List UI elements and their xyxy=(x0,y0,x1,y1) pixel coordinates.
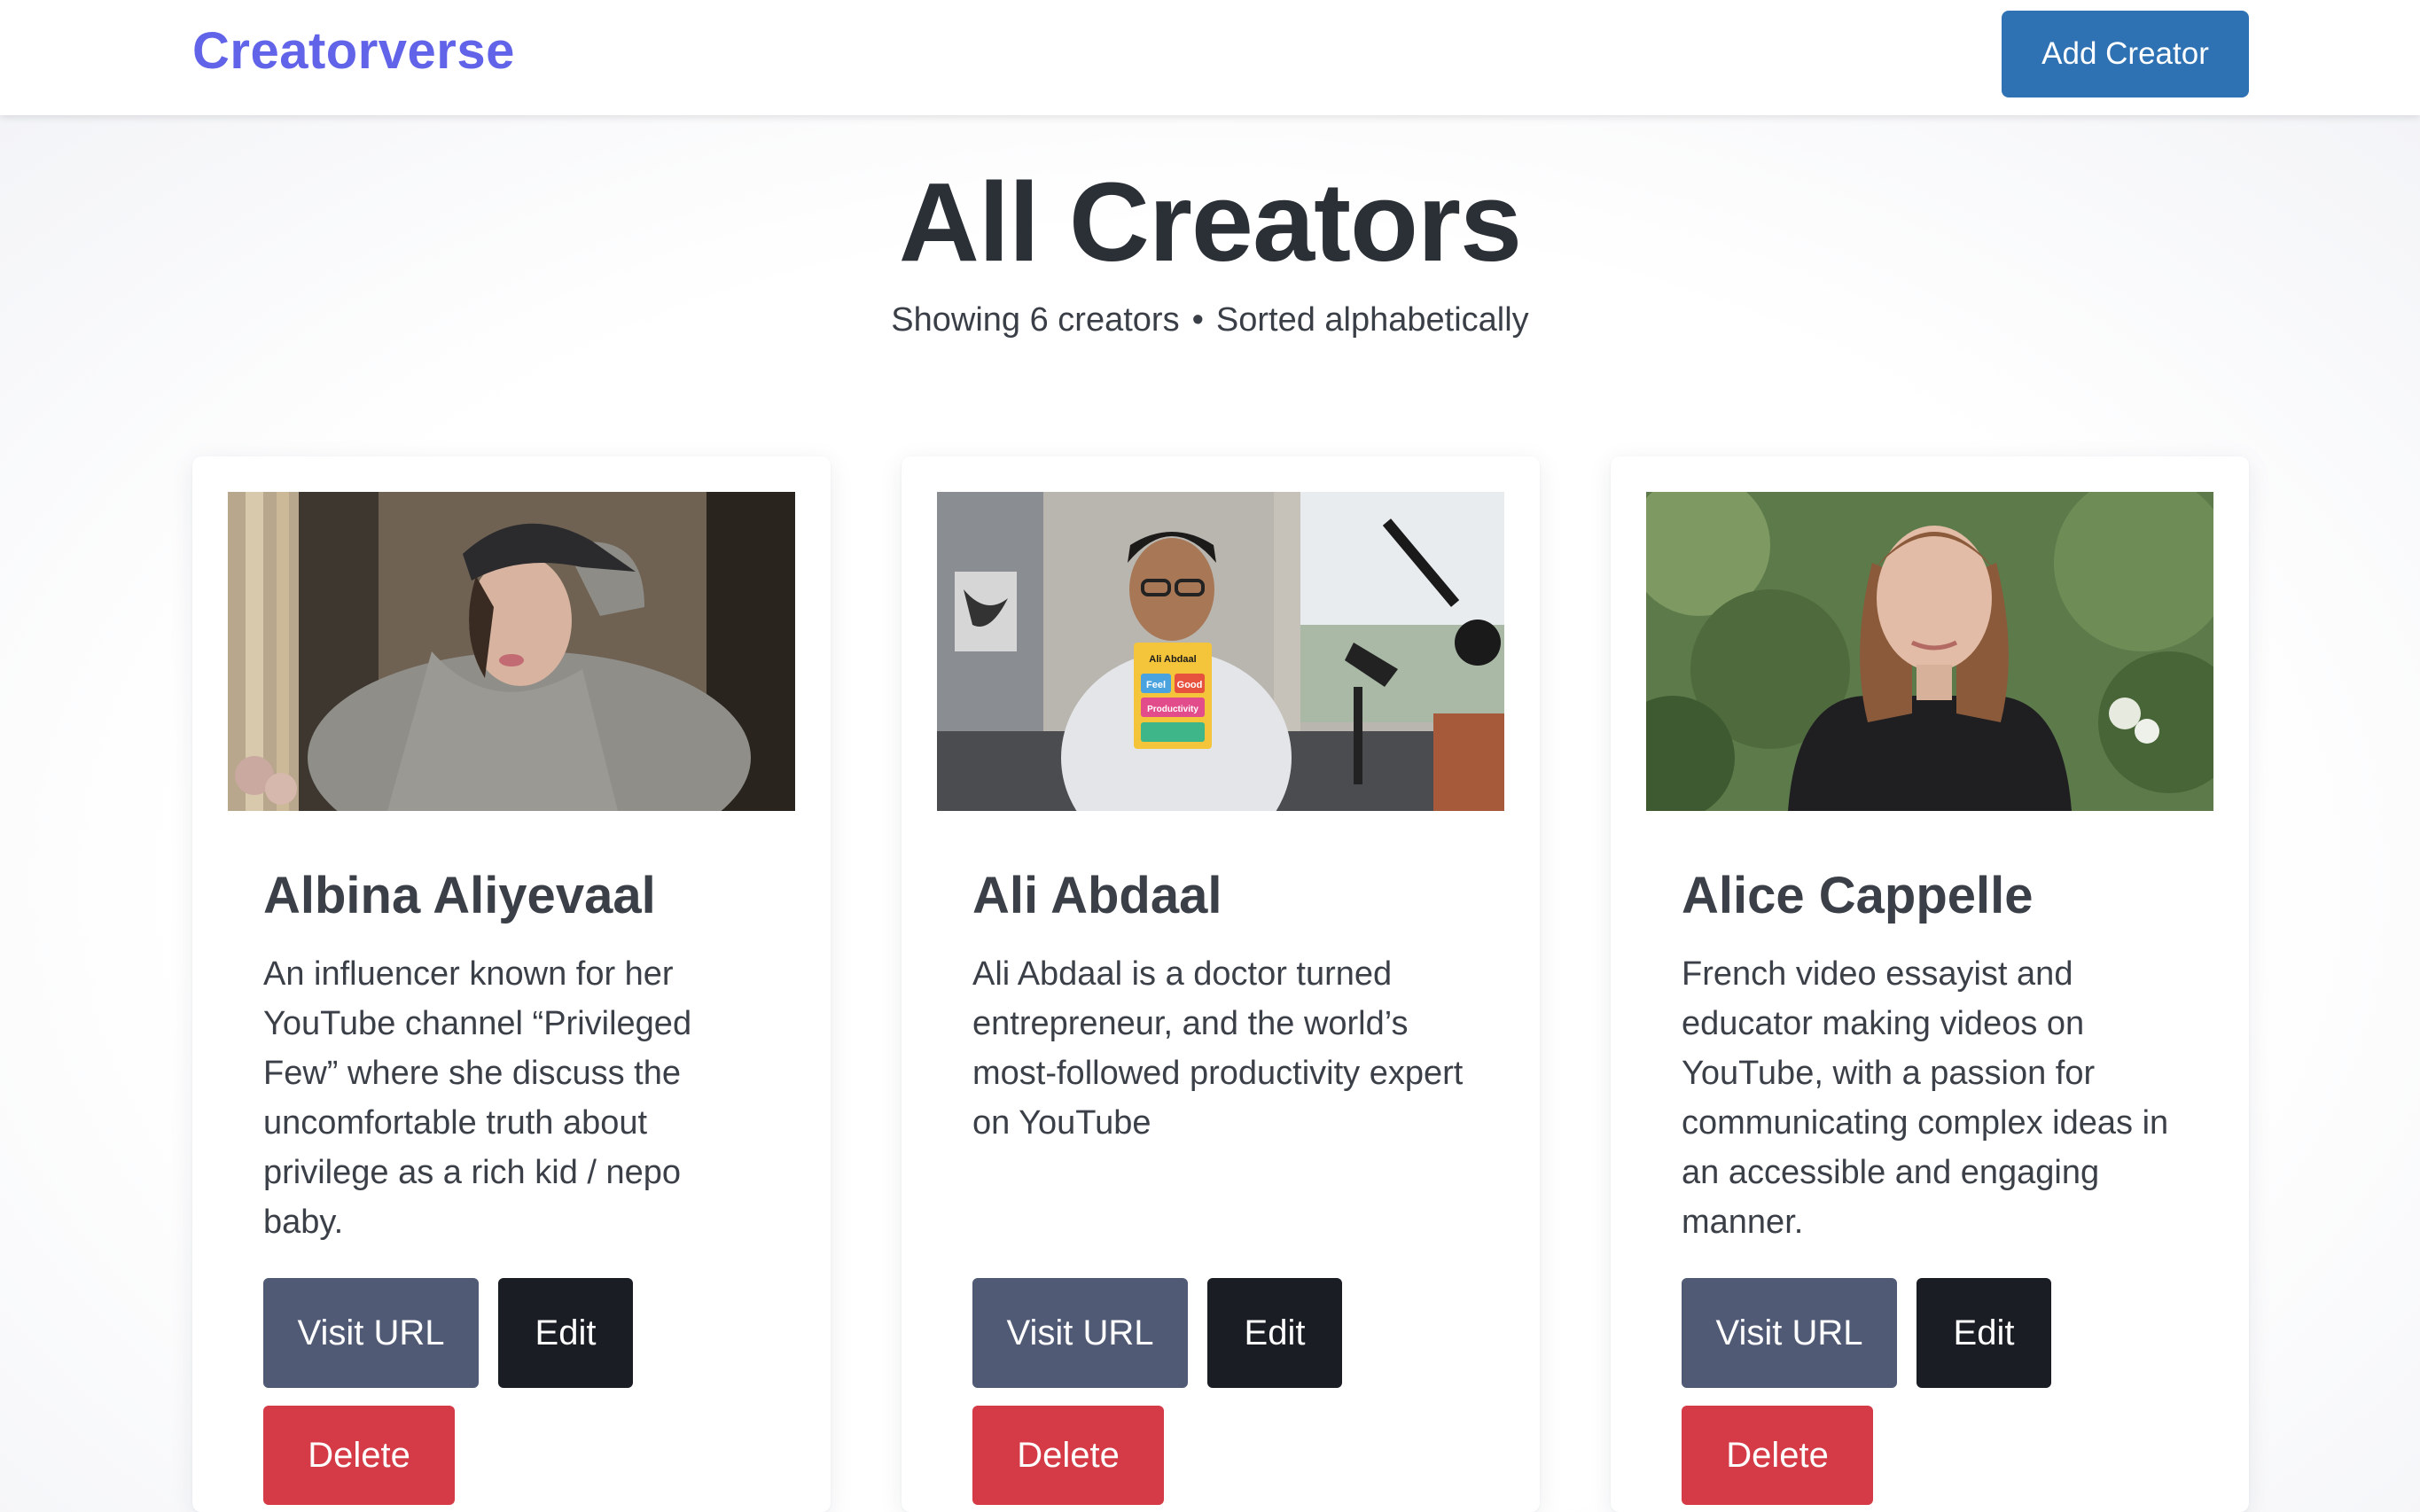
delete-button[interactable]: Delete xyxy=(1682,1406,1873,1505)
edit-button[interactable]: Edit xyxy=(498,1278,633,1388)
creator-description: An influencer known for her YouTube chan… xyxy=(263,955,692,1241)
delete-button[interactable]: Delete xyxy=(972,1406,1164,1505)
creator-card: Ali Abdaal Feel Good Productivity Ali Ab… xyxy=(902,456,1540,1512)
book-word-productivity: Productivity xyxy=(1147,705,1198,714)
book-author-text: Ali Abdaal xyxy=(1149,654,1196,665)
sort-info: Sorted alphabetically xyxy=(1215,301,1529,339)
creator-name: Alice Cappelle xyxy=(1682,867,2034,924)
separator-dot: • xyxy=(1191,301,1204,339)
add-creator-button[interactable]: Add Creator xyxy=(2002,11,2249,97)
visit-url-button[interactable]: Visit URL xyxy=(1682,1278,1897,1388)
edit-button[interactable]: Edit xyxy=(1207,1278,1342,1388)
book-word-good: Good xyxy=(1177,680,1203,690)
page-subtitle: Showing 6 creators • Sorted alphabetically xyxy=(0,301,2420,339)
top-navbar: Creatorverse Add Creator xyxy=(0,0,2420,115)
delete-button[interactable]: Delete xyxy=(263,1406,455,1505)
book-word-feel: Feel xyxy=(1146,680,1166,690)
creator-description: French video essayist and educator makin… xyxy=(1682,955,2169,1241)
creator-image xyxy=(228,492,795,811)
edit-button[interactable]: Edit xyxy=(1916,1278,2051,1388)
creator-count: Showing 6 creators xyxy=(891,301,1180,339)
creator-image: Ali Abdaal Feel Good Productivity xyxy=(937,492,1504,811)
visit-url-button[interactable]: Visit URL xyxy=(263,1278,479,1388)
brand-logo[interactable]: Creatorverse xyxy=(192,21,515,81)
page-title: All Creators xyxy=(898,160,1522,284)
creator-name: Albina Aliyevaal xyxy=(263,867,656,924)
visit-url-button[interactable]: Visit URL xyxy=(972,1278,1188,1388)
creator-name: Ali Abdaal xyxy=(972,867,1222,924)
creator-description: Ali Abdaal is a doctor turned entreprene… xyxy=(972,955,1464,1142)
creator-card: Alice Cappelle French video essayist and… xyxy=(1611,456,2249,1512)
creator-image xyxy=(1646,492,2213,811)
creator-card: Albina Aliyevaal An influencer known for… xyxy=(192,456,831,1512)
